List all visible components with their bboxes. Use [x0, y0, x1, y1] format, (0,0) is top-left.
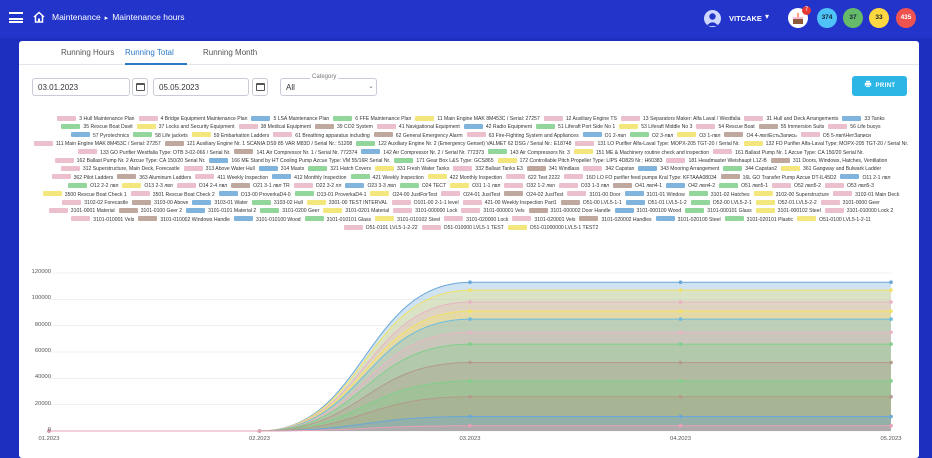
data-point: [889, 342, 893, 346]
data-point: [468, 309, 472, 313]
data-point: [468, 300, 472, 304]
data-point: [889, 423, 893, 428]
data-point: [257, 429, 262, 433]
home-icon[interactable]: [32, 10, 46, 24]
breadcrumb-section[interactable]: Maintenance: [52, 12, 101, 22]
y-tick-label: 0: [47, 427, 51, 433]
data-point: [889, 280, 893, 285]
data-point: [678, 300, 683, 304]
counter-badge[interactable]: 374: [817, 8, 837, 28]
y-tick-label: 120000: [31, 269, 51, 275]
data-point: [468, 423, 472, 428]
data-point: [678, 280, 683, 285]
x-tick-label: 02.2023: [249, 436, 270, 442]
data-point: [678, 360, 683, 365]
data-point: [468, 288, 472, 292]
data-point: [889, 414, 893, 419]
data-point: [678, 394, 683, 399]
data-point: [889, 300, 893, 304]
x-tick-label: 01.2023: [38, 436, 60, 442]
data-point: [678, 379, 683, 383]
data-point: [889, 379, 893, 383]
y-tick-label: 80000: [34, 321, 51, 328]
menu-icon[interactable]: [9, 12, 23, 23]
notification-badge: 7: [802, 6, 811, 15]
user-avatar-icon[interactable]: [704, 10, 721, 27]
chevron-down-icon[interactable]: ▾: [765, 12, 769, 21]
breadcrumb: Maintenance ▸ Maintenance hours: [52, 12, 184, 22]
user-name[interactable]: VITCAKE: [729, 14, 762, 23]
data-point: [468, 360, 472, 365]
data-point: [468, 394, 472, 399]
data-point: [889, 394, 893, 399]
counter-badge[interactable]: 33: [869, 8, 889, 28]
data-point: [678, 330, 683, 335]
y-tick-label: 100000: [31, 295, 51, 302]
breadcrumb-separator-icon: ▸: [104, 15, 109, 22]
x-tick-label: 03.2023: [459, 436, 481, 442]
running-total-chart: [47, 272, 893, 433]
counter-badge[interactable]: 37: [843, 8, 863, 28]
data-point: [889, 360, 893, 365]
data-point: [678, 342, 683, 346]
top-bar: Maintenance ▸ Maintenance hours VITCAKE ▾ …: [0, 0, 932, 38]
data-point: [468, 317, 472, 321]
x-tick-label: 04.2023: [670, 436, 691, 442]
data-point: [678, 288, 683, 292]
data-point: [468, 330, 472, 335]
data-point: [678, 414, 683, 419]
data-point: [468, 280, 472, 285]
y-tick-label: 20000: [34, 400, 51, 407]
data-point: [468, 379, 472, 383]
data-point: [678, 309, 683, 313]
data-point: [468, 414, 472, 419]
x-tick-label: 05.2023: [880, 436, 902, 442]
y-tick-label: 60000: [34, 348, 51, 354]
data-point: [889, 317, 893, 321]
content-card: Running Hours Running Total Running Mont…: [19, 41, 919, 458]
data-point: [678, 423, 683, 428]
birthday-cake-icon[interactable]: 7: [788, 6, 811, 28]
data-point: [678, 317, 683, 321]
data-point: [889, 330, 893, 335]
counter-badge[interactable]: 435: [896, 8, 916, 28]
data-point: [468, 342, 472, 346]
data-point: [889, 288, 893, 292]
y-tick-label: 40000: [34, 374, 51, 381]
data-point: [889, 309, 893, 313]
breadcrumb-page: Maintenance hours: [112, 12, 185, 22]
